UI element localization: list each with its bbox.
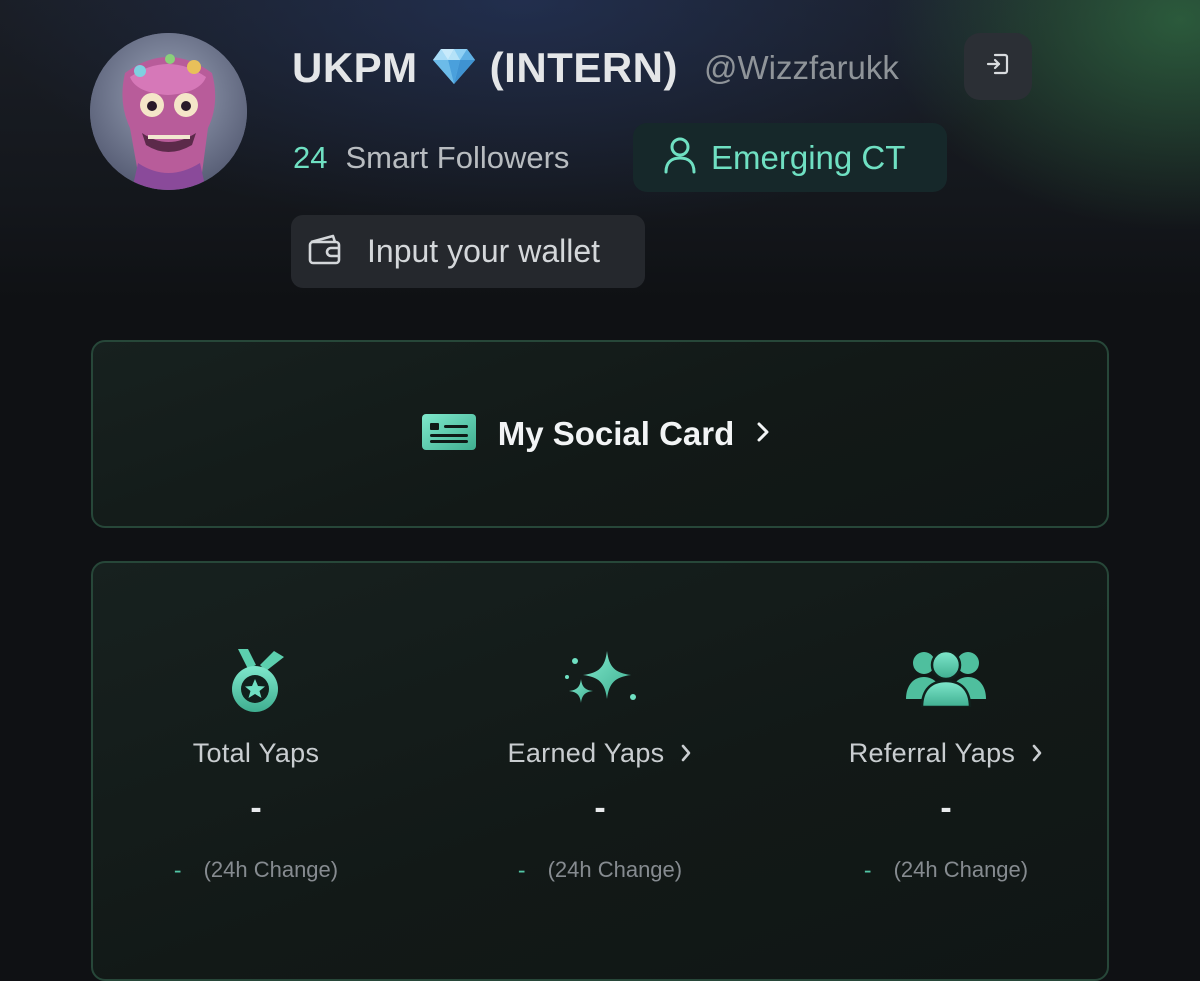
input-wallet-button[interactable]: Input your wallet <box>291 215 645 288</box>
users-icon <box>904 647 988 712</box>
yaps-change-value: - <box>863 856 872 883</box>
id-card-icon <box>421 413 476 455</box>
yaps-title: Earned Yaps <box>507 737 665 768</box>
yaps-value: - <box>594 789 606 827</box>
chevron-right-icon <box>680 743 692 763</box>
user-handle: @Wizzfarukk <box>703 49 899 86</box>
logout-button[interactable] <box>964 33 1032 100</box>
total-yaps: Total Yaps - - (24h Change) <box>86 563 426 963</box>
sparkles-icon <box>563 647 637 714</box>
yaps-change-value: - <box>173 856 182 883</box>
input-wallet-label: Input your wallet <box>367 233 601 269</box>
wallet-icon <box>307 232 343 271</box>
display-name-suffix: (INTERN) <box>489 44 678 91</box>
tier-label: Emerging CT <box>711 138 906 176</box>
medal-icon <box>228 647 284 718</box>
diamond-icon <box>432 47 476 90</box>
tier-badge: Emerging CT <box>633 123 947 192</box>
referral-yaps[interactable]: Referral Yaps - - (24h Change) <box>776 563 1116 963</box>
display-name-prefix: UKPM <box>292 44 418 91</box>
smart-followers-label: Smart Followers <box>345 140 570 175</box>
yaps-summary-card: Total Yaps - - (24h Change) Earned Yaps … <box>91 561 1109 981</box>
avatar <box>90 33 247 190</box>
smart-followers-count: 24 <box>293 140 328 175</box>
yaps-title: Referral Yaps <box>848 737 1016 768</box>
yaps-change-label: (24h Change) <box>893 857 1029 882</box>
yaps-title: Total Yaps <box>192 737 320 768</box>
my-social-card[interactable]: My Social Card <box>91 340 1109 528</box>
yaps-change-label: (24h Change) <box>203 857 339 882</box>
user-icon <box>663 136 697 179</box>
profile-name-row: UKPM (INTERN) @Wizzfarukk <box>292 38 899 98</box>
yaps-change-label: (24h Change) <box>547 857 683 882</box>
yaps-value: - <box>250 789 262 827</box>
yaps-change-value: - <box>517 856 526 883</box>
chevron-right-icon <box>756 421 770 448</box>
yaps-value: - <box>940 789 952 827</box>
chevron-right-icon <box>1031 743 1043 763</box>
smart-followers: 24 Smart Followers <box>293 136 569 180</box>
earned-yaps[interactable]: Earned Yaps - - (24h Change) <box>430 563 770 963</box>
logout-icon <box>984 50 1012 83</box>
my-social-card-label: My Social Card <box>497 415 735 452</box>
